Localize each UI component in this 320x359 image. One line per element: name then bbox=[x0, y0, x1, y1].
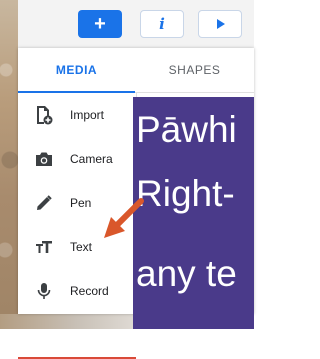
menu-item-record[interactable]: Record bbox=[18, 269, 136, 313]
pen-icon bbox=[34, 193, 54, 213]
menu-item-label: Import bbox=[70, 108, 105, 122]
microphone-icon bbox=[34, 281, 54, 301]
slide-canvas[interactable]: Pāwhi Right- any te bbox=[133, 97, 254, 329]
panel-tabs: MEDIA SHAPES bbox=[18, 48, 254, 93]
annotation-arrow-icon bbox=[104, 198, 144, 238]
add-button[interactable]: + bbox=[78, 10, 122, 38]
menu-item-label: Pen bbox=[70, 196, 92, 210]
tab-shapes[interactable]: SHAPES bbox=[135, 48, 254, 92]
play-icon bbox=[217, 19, 225, 29]
menu-item-import[interactable]: Import bbox=[18, 93, 136, 137]
camera-icon bbox=[34, 149, 54, 169]
play-button[interactable] bbox=[198, 10, 242, 38]
background-photo-left bbox=[0, 0, 18, 329]
menu-item-label: Record bbox=[70, 284, 109, 298]
top-toolbar: + i bbox=[18, 0, 254, 48]
text-icon bbox=[34, 237, 54, 257]
info-button[interactable]: i bbox=[140, 10, 184, 38]
menu-item-camera[interactable]: Camera bbox=[18, 137, 136, 181]
import-icon bbox=[34, 105, 54, 125]
slide-text-line: Pāwhi bbox=[136, 109, 237, 150]
slide-text-line: any te bbox=[136, 253, 237, 294]
tab-media[interactable]: MEDIA bbox=[18, 48, 135, 92]
slide-text-line: Right- bbox=[136, 173, 235, 214]
menu-item-label: Camera bbox=[70, 152, 113, 166]
menu-item-label: Text bbox=[70, 240, 93, 254]
